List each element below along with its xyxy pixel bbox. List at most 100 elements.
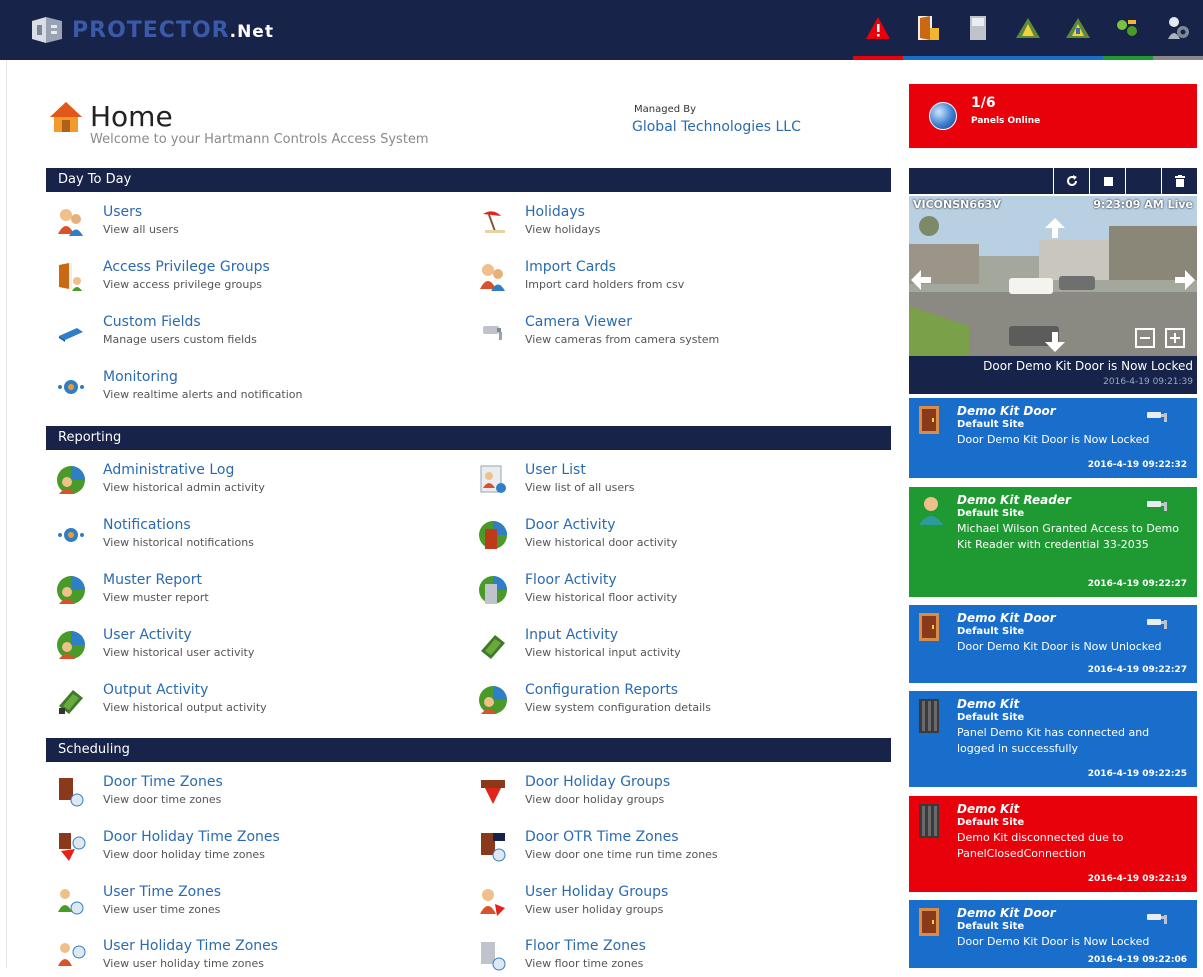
event-message: Michael Wilson Granted Access to Demo Ki…	[957, 522, 1179, 551]
camera-live-view[interactable]: VICONSN663V 9:23:09 AM Live	[909, 196, 1197, 356]
menu-item-door-holiday-groups[interactable]: Door Holiday Groups View door holiday gr…	[477, 773, 857, 813]
pan-down-icon[interactable]	[1045, 332, 1065, 352]
item-title[interactable]: Holidays	[525, 203, 585, 221]
item-title[interactable]: Monitoring	[103, 368, 178, 386]
item-title[interactable]: Door OTR Time Zones	[525, 828, 679, 846]
item-title[interactable]: Door Holiday Groups	[525, 773, 670, 791]
item-title[interactable]: Access Privilege Groups	[103, 258, 270, 276]
item-title[interactable]: Users	[103, 203, 142, 221]
door-icon	[919, 406, 939, 434]
item-description: View user time zones	[103, 903, 221, 916]
event-time: 2016-4-19 09:22:25	[1087, 769, 1187, 779]
menu-item-input-activity[interactable]: Input Activity View historical input act…	[477, 626, 857, 666]
item-description: View cameras from camera system	[525, 333, 720, 346]
item-title[interactable]: User Time Zones	[103, 883, 221, 901]
alert-icon[interactable]	[853, 0, 903, 60]
menu-item-muster-report[interactable]: Muster Report View muster report	[55, 571, 435, 611]
panels-online-status[interactable]: 1/6 Panels Online	[909, 84, 1197, 148]
pan-up-icon[interactable]	[1045, 218, 1065, 238]
menu-item-holidays[interactable]: Holidays View holidays	[477, 203, 857, 243]
event-site: Default Site	[957, 626, 1025, 637]
stop-icon-secondary[interactable]	[1125, 168, 1162, 194]
item-description: View door time zones	[103, 793, 222, 806]
event-card[interactable]: Demo Kit Reader Default Site Michael Wil…	[909, 487, 1197, 597]
event-card[interactable]: Demo Kit Default Site Demo Kit disconnec…	[909, 796, 1197, 892]
menu-item-camera-viewer[interactable]: Camera Viewer View cameras from camera s…	[477, 313, 857, 353]
camera-icon[interactable]	[1147, 617, 1169, 629]
item-title[interactable]: Muster Report	[103, 571, 202, 589]
muster-report-icon	[55, 574, 87, 606]
menu-item-access-privilege-groups[interactable]: Access Privilege Groups View access priv…	[55, 258, 435, 298]
item-title[interactable]: User Holiday Groups	[525, 883, 668, 901]
door-time-zones-icon	[55, 776, 87, 808]
settings-icon[interactable]	[1153, 0, 1203, 60]
item-title[interactable]: Configuration Reports	[525, 681, 678, 699]
event-name: Demo Kit	[957, 697, 1020, 711]
event-card[interactable]: Demo Kit Door Default Site Door Demo Kit…	[909, 398, 1197, 478]
item-title[interactable]: User Activity	[103, 626, 192, 644]
page-left-border	[6, 60, 7, 968]
item-title[interactable]: Door Activity	[525, 516, 615, 534]
refresh-icon[interactable]	[1053, 168, 1090, 194]
menu-item-door-otr-time-zones[interactable]: Door OTR Time Zones View door one time r…	[477, 828, 857, 868]
camera-caption: Door Demo Kit Door is Now Locked 2016-4-…	[909, 356, 1197, 394]
menu-item-user-time-zones[interactable]: User Time Zones View user time zones	[55, 883, 435, 923]
item-title[interactable]: Input Activity	[525, 626, 618, 644]
item-title[interactable]: Door Holiday Time Zones	[103, 828, 280, 846]
panel-icon[interactable]	[953, 0, 1003, 60]
managed-by-name[interactable]: Global Technologies LLC	[632, 119, 801, 135]
pan-left-icon[interactable]	[911, 270, 931, 290]
item-title[interactable]: Notifications	[103, 516, 191, 534]
menu-item-administrative-log[interactable]: Administrative Log View historical admin…	[55, 461, 435, 501]
zoom-out-icon[interactable]	[1135, 328, 1155, 348]
menu-item-output-activity[interactable]: Output Activity View historical output a…	[55, 681, 435, 721]
camera-icon[interactable]	[1147, 912, 1169, 924]
event-card[interactable]: Demo Kit Door Default Site Door Demo Kit…	[909, 900, 1197, 968]
menu-item-user-holiday-groups[interactable]: User Holiday Groups View user holiday gr…	[477, 883, 857, 923]
menu-item-door-activity[interactable]: Door Activity View historical door activ…	[477, 516, 857, 556]
item-title[interactable]: Import Cards	[525, 258, 616, 276]
pan-right-icon[interactable]	[1175, 270, 1195, 290]
app-logo[interactable]: PROTECTOR.Net	[28, 12, 274, 48]
item-title[interactable]: User List	[525, 461, 586, 479]
menu-item-custom-fields[interactable]: Custom Fields Manage users custom fields	[55, 313, 435, 353]
output-icon[interactable]	[1053, 0, 1103, 60]
input-icon[interactable]	[1003, 0, 1053, 60]
item-title[interactable]: Camera Viewer	[525, 313, 632, 331]
globe-icon	[929, 102, 957, 130]
menu-item-floor-time-zones[interactable]: Floor Time Zones View floor time zones	[477, 937, 857, 977]
item-title[interactable]: Custom Fields	[103, 313, 201, 331]
trash-icon[interactable]	[1161, 168, 1198, 194]
network-icon[interactable]	[1103, 0, 1153, 60]
zoom-in-icon[interactable]	[1165, 328, 1185, 348]
camera-icon[interactable]	[1147, 410, 1169, 422]
panels-online-count: 1/6	[971, 95, 996, 111]
output-activity-icon	[55, 684, 87, 716]
menu-item-user-list[interactable]: User List View list of all users	[477, 461, 857, 501]
camera-caption-time: 2016-4-19 09:21:39	[1103, 377, 1193, 387]
menu-item-notifications[interactable]: Notifications View historical notificati…	[55, 516, 435, 556]
menu-item-import-cards[interactable]: Import Cards Import card holders from cs…	[477, 258, 857, 298]
event-site: Default Site	[957, 817, 1025, 828]
menu-item-configuration-reports[interactable]: Configuration Reports View system config…	[477, 681, 857, 721]
item-title[interactable]: Floor Time Zones	[525, 937, 646, 955]
menu-item-monitoring[interactable]: Monitoring View realtime alerts and noti…	[55, 368, 435, 408]
menu-item-users[interactable]: Users View all users	[55, 203, 435, 243]
event-card[interactable]: Demo Kit Default Site Panel Demo Kit has…	[909, 691, 1197, 787]
input-activity-icon	[477, 629, 509, 661]
item-title[interactable]: Floor Activity	[525, 571, 617, 589]
item-title[interactable]: Administrative Log	[103, 461, 234, 479]
menu-item-user-activity[interactable]: User Activity View historical user activ…	[55, 626, 435, 666]
item-title[interactable]: Door Time Zones	[103, 773, 223, 791]
item-title[interactable]: Output Activity	[103, 681, 208, 699]
item-title[interactable]: User Holiday Time Zones	[103, 937, 278, 955]
stop-icon[interactable]	[1089, 168, 1126, 194]
door-icon[interactable]	[903, 0, 953, 60]
menu-item-door-holiday-time-zones[interactable]: Door Holiday Time Zones View door holida…	[55, 828, 435, 868]
event-card[interactable]: Demo Kit Door Default Site Door Demo Kit…	[909, 605, 1197, 683]
menu-item-user-holiday-time-zones[interactable]: User Holiday Time Zones View user holida…	[55, 937, 435, 977]
door-holiday-groups-icon	[477, 776, 509, 808]
camera-icon[interactable]	[1147, 499, 1169, 511]
menu-item-floor-activity[interactable]: Floor Activity View historical floor act…	[477, 571, 857, 611]
menu-item-door-time-zones[interactable]: Door Time Zones View door time zones	[55, 773, 435, 813]
